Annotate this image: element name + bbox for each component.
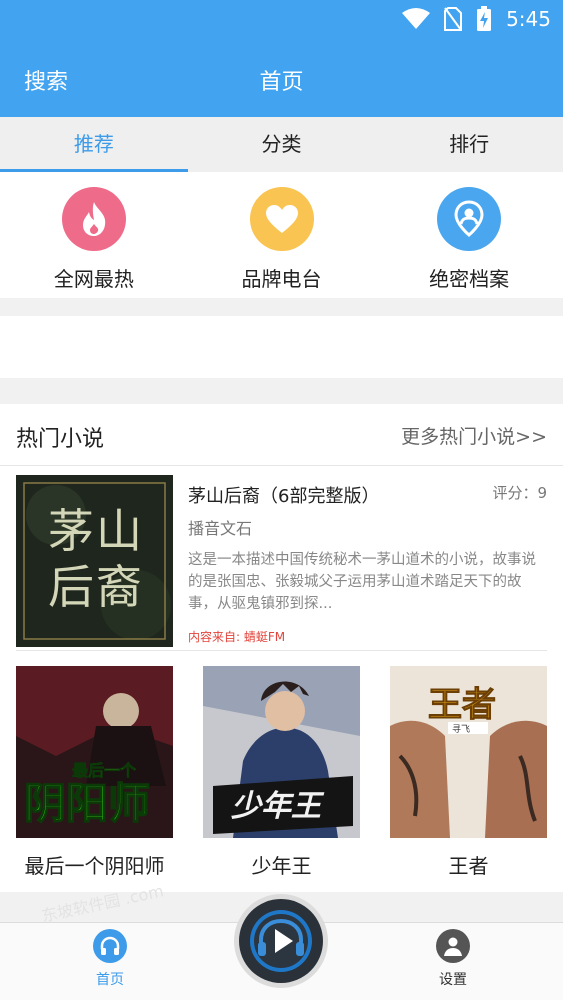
flame-icon (61, 187, 126, 251)
novel-card[interactable]: 王者 寻飞 王者 (390, 666, 547, 879)
status-icons: 5:45 (402, 6, 551, 32)
tab-ranking[interactable]: 排行 (375, 117, 563, 172)
cover-main-text: 少年王 (231, 790, 325, 823)
cover-title-char: 山 (96, 504, 142, 558)
quick-link-label: 绝密档案 (429, 267, 510, 291)
cover-title-char: 裔 (96, 560, 142, 614)
novel-card-title: 少年王 (251, 854, 312, 878)
quick-link-label: 品牌电台 (241, 267, 322, 291)
nav-home-label: 首页 (96, 972, 124, 988)
battery-charging-icon (477, 6, 492, 31)
quick-link-secret-archive[interactable]: 绝密档案 (375, 172, 563, 298)
tab-recommend[interactable]: 推荐 (0, 117, 188, 172)
novel-grid: 最后一个 阴阳师 最后一个阴阳师 少年王 少年王 王者 寻飞 王者 (0, 666, 563, 886)
novel-narrator: 播音文石 (188, 519, 253, 538)
book-cover: 王者 寻飞 (390, 666, 547, 838)
quick-link-label: 全网最热 (53, 267, 134, 291)
cover-title-char: 茅 (48, 504, 94, 558)
nav-settings-label: 设置 (439, 972, 467, 988)
location-person-icon (437, 187, 502, 251)
novel-card[interactable]: 最后一个 阴阳师 最后一个阴阳师 (16, 666, 173, 879)
app-header: 搜索 首页 (0, 40, 563, 117)
book-cover: 少年王 (203, 666, 360, 838)
quick-link-brand-radio[interactable]: 品牌电台 (188, 172, 376, 298)
heart-icon (249, 187, 314, 251)
page-title: 首页 (259, 70, 304, 95)
status-time: 5:45 (506, 7, 551, 31)
cover-author-text: 寻飞 (452, 724, 470, 735)
cover-main-text: 王者 (428, 686, 496, 724)
featured-novel[interactable]: 茅 山 后 裔 茅山后裔（6部完整版） 评分：9 播音文石 这是一本描述中国传统… (16, 475, 547, 651)
no-sim-icon (444, 7, 463, 31)
status-bar: 5:45 (0, 0, 563, 40)
quick-link-hottest[interactable]: 全网最热 (0, 172, 188, 298)
headphones-icon (93, 929, 127, 963)
novel-source: 内容来自: 蜻蜓FM (188, 630, 286, 644)
tab-category[interactable]: 分类 (188, 117, 376, 172)
play-button[interactable] (234, 894, 328, 988)
section-header: 热门小说 更多热门小说>> (0, 404, 563, 466)
person-icon (436, 929, 470, 963)
play-icon (239, 899, 323, 983)
tab-bar: 推荐 分类 排行 (0, 117, 563, 172)
more-hot-novels-link[interactable]: 更多热门小说>> (401, 422, 547, 449)
novel-card[interactable]: 少年王 少年王 (203, 666, 360, 879)
novel-description: 这是一本描述中国传统秘术一茅山道术的小说，故事说的是张国忠、张毅城父子运用茅山道… (188, 552, 536, 612)
cover-top-text: 最后一个 (72, 761, 137, 780)
quick-links: 全网最热 品牌电台 绝密档案 (0, 172, 563, 298)
book-cover: 茅 山 后 裔 (16, 475, 173, 647)
nav-home[interactable]: 首页 (70, 929, 150, 989)
cover-main-text: 阴阳师 (24, 780, 150, 827)
novel-rating: 评分：9 (492, 484, 547, 502)
nav-settings[interactable]: 设置 (413, 929, 493, 989)
book-cover: 最后一个 阴阳师 (16, 666, 173, 838)
hot-novels-section: 热门小说 更多热门小说>> 茅 山 后 裔 茅山后裔（6部完整版） 评分：9 播… (0, 404, 563, 892)
cover-title-char: 后 (48, 560, 94, 614)
section-title: 热门小说 (16, 427, 105, 452)
banner-area (0, 316, 563, 378)
wifi-icon (402, 8, 431, 29)
novel-card-title: 王者 (448, 854, 489, 878)
novel-card-title: 最后一个阴阳师 (24, 854, 165, 878)
novel-title: 茅山后裔（6部完整版） (188, 486, 380, 507)
